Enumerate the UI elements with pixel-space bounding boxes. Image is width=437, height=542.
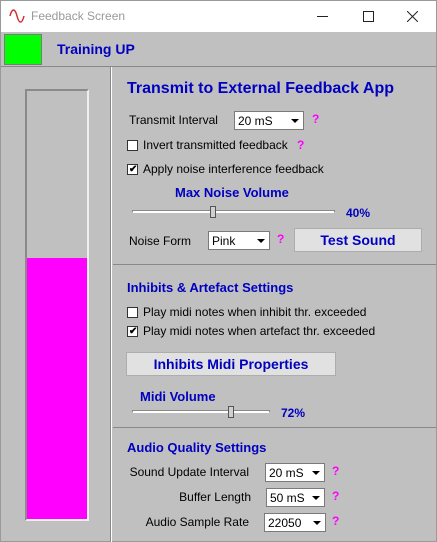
transmit-section-title: Transmit to External Feedback App [127, 80, 395, 97]
max-noise-volume-slider[interactable] [132, 210, 335, 213]
audio-sample-rate-select[interactable]: 22050 [264, 513, 326, 532]
noise-form-value: Pink [212, 234, 236, 248]
audio-quality-section-title: Audio Quality Settings [127, 440, 267, 455]
minimize-icon [317, 16, 328, 17]
chevron-down-icon[interactable] [309, 515, 324, 530]
buffer-length-value: 50 mS [270, 491, 305, 505]
max-noise-volume-title: Max Noise Volume [175, 185, 289, 200]
checkmark-icon: ✔ [129, 164, 138, 175]
max-noise-volume-value: 40% [346, 206, 371, 220]
audio-sample-rate-value: 22050 [268, 516, 302, 530]
inhibit-midi-checkbox[interactable] [127, 307, 138, 318]
noise-feedback-checkbox[interactable]: ✔ [127, 164, 138, 175]
sound-update-help-icon[interactable]: ? [332, 464, 339, 478]
maximize-icon [363, 11, 374, 22]
transmit-interval-value: 20 mS [238, 114, 273, 128]
chevron-down-icon[interactable] [308, 490, 323, 505]
status-indicator [4, 34, 42, 65]
close-icon [407, 11, 418, 22]
sound-update-interval-value: 20 mS [269, 466, 304, 480]
noise-feedback-label: Apply noise interference feedback [143, 162, 324, 176]
invert-feedback-label: Invert transmitted feedback [143, 138, 288, 152]
test-sound-button[interactable]: Test Sound [294, 228, 422, 252]
inhibit-midi-label: Play midi notes when inhibit thr. exceed… [143, 305, 367, 319]
invert-feedback-help-icon[interactable]: ? [297, 138, 304, 152]
title-bar[interactable]: Feedback Screen [1, 1, 436, 32]
transmit-interval-select[interactable]: 20 mS [234, 111, 304, 130]
maximize-button[interactable] [346, 1, 392, 32]
waveform-icon [9, 9, 25, 23]
artefact-midi-label: Play midi notes when artefact thr. excee… [143, 324, 376, 338]
chevron-down-icon[interactable] [253, 233, 268, 248]
chevron-down-icon[interactable] [308, 465, 323, 480]
max-noise-volume-thumb[interactable] [210, 206, 217, 218]
noise-form-select[interactable]: Pink [208, 231, 270, 250]
audio-sample-rate-label: Audio Sample Rate [145, 515, 249, 529]
feedback-meter-pane [1, 67, 112, 542]
invert-feedback-checkbox[interactable] [127, 140, 138, 151]
checkmark-icon: ✔ [129, 326, 138, 337]
midi-volume-thumb[interactable] [228, 406, 235, 418]
sound-update-interval-select[interactable]: 20 mS [265, 463, 325, 482]
header-bar: Training UP [1, 32, 436, 67]
noise-form-label: Noise Form [129, 234, 192, 248]
minimize-button[interactable] [300, 1, 346, 32]
feedback-window: Feedback Screen Training UP Transmit to … [0, 0, 437, 542]
midi-volume-value: 72% [281, 406, 306, 420]
transmit-interval-label: Transmit Interval [129, 113, 218, 127]
artefact-midi-checkbox[interactable]: ✔ [127, 326, 138, 337]
chevron-down-icon[interactable] [287, 113, 302, 128]
transmit-section: Transmit to External Feedback App Transm… [113, 67, 436, 265]
audio-sample-rate-help-icon[interactable]: ? [332, 514, 339, 528]
window-title: Feedback Screen [31, 9, 126, 23]
inhibits-section-title: Inhibits & Artefact Settings [127, 280, 294, 295]
buffer-length-help-icon[interactable]: ? [332, 489, 339, 503]
feedback-level-fill [27, 257, 87, 519]
midi-volume-title: Midi Volume [140, 389, 216, 404]
noise-form-help-icon[interactable]: ? [277, 232, 284, 246]
training-status-title: Training UP [57, 41, 135, 57]
sound-update-interval-label: Sound Update Interval [129, 465, 249, 479]
inhibits-section: Inhibits & Artefact Settings Play midi n… [113, 266, 436, 428]
close-button[interactable] [390, 1, 436, 32]
buffer-length-select[interactable]: 50 mS [266, 488, 325, 507]
audio-quality-section: Audio Quality Settings Sound Update Inte… [113, 429, 436, 542]
inhibits-midi-properties-button[interactable]: Inhibits Midi Properties [126, 352, 336, 376]
transmit-interval-help-icon[interactable]: ? [312, 112, 319, 126]
midi-volume-slider[interactable] [132, 410, 270, 413]
buffer-length-label: Buffer Length [179, 490, 251, 504]
feedback-level-meter [25, 89, 89, 521]
